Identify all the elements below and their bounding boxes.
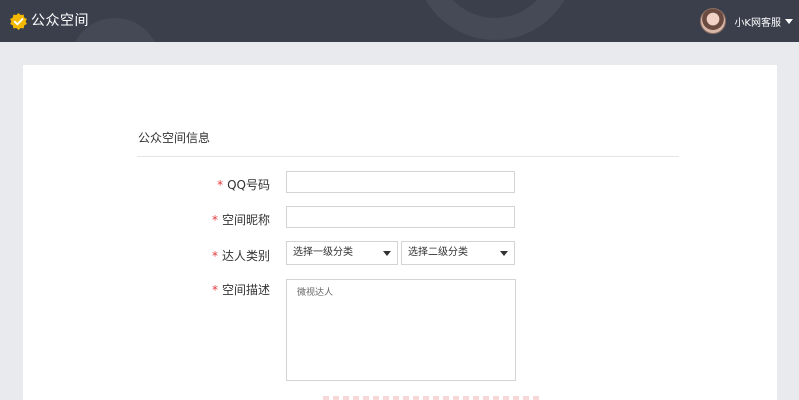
- bottom-hint-strip: [323, 396, 543, 400]
- description-text: 微视达人: [297, 288, 334, 298]
- nickname-label: * 空间昵称: [130, 211, 270, 228]
- app-title: 公众空间: [31, 13, 89, 29]
- required-mark: *: [211, 283, 218, 297]
- section-title: 公众空间信息: [138, 131, 211, 145]
- caret-down-icon[interactable]: [785, 18, 793, 24]
- top-navbar: 公众空间 小K网客服: [0, 0, 799, 42]
- required-mark: *: [217, 178, 224, 192]
- section-divider: [137, 156, 679, 157]
- dropdown-arrow-icon: [500, 251, 508, 256]
- description-label-text: 空间描述: [221, 283, 270, 297]
- category-level1-value: 选择一级分类: [293, 247, 353, 258]
- nickname-input[interactable]: [286, 206, 515, 228]
- main-card: 公众空间信息 * QQ号码 * 空间昵称 * 达人类别 选择一级分类 选择二级分类 *…: [23, 65, 777, 400]
- dropdown-arrow-icon: [383, 251, 391, 256]
- qq-input[interactable]: [286, 171, 515, 193]
- category-level2-select[interactable]: 选择二级分类: [401, 241, 515, 265]
- category-level2-value: 选择二级分类: [408, 247, 468, 258]
- description-textarea[interactable]: 微视达人: [286, 279, 516, 381]
- required-mark: *: [211, 213, 218, 227]
- qq-label-text: QQ号码: [227, 178, 270, 192]
- user-menu[interactable]: 小K网客服: [700, 7, 793, 35]
- avatar[interactable]: [700, 8, 727, 34]
- header-decoration-ring: [415, 0, 575, 40]
- app-logo[interactable]: 公众空间: [9, 11, 89, 31]
- description-label: * 空间描述: [130, 281, 270, 298]
- qq-label: * QQ号码: [130, 176, 270, 193]
- required-mark: *: [211, 249, 218, 263]
- category-level1-select[interactable]: 选择一级分类: [286, 241, 398, 265]
- user-name[interactable]: 小K网客服: [734, 14, 781, 29]
- category-label: * 达人类别: [130, 247, 270, 264]
- check-badge-icon: [9, 12, 28, 31]
- category-label-text: 达人类别: [221, 249, 270, 263]
- nickname-label-text: 空间昵称: [221, 213, 270, 227]
